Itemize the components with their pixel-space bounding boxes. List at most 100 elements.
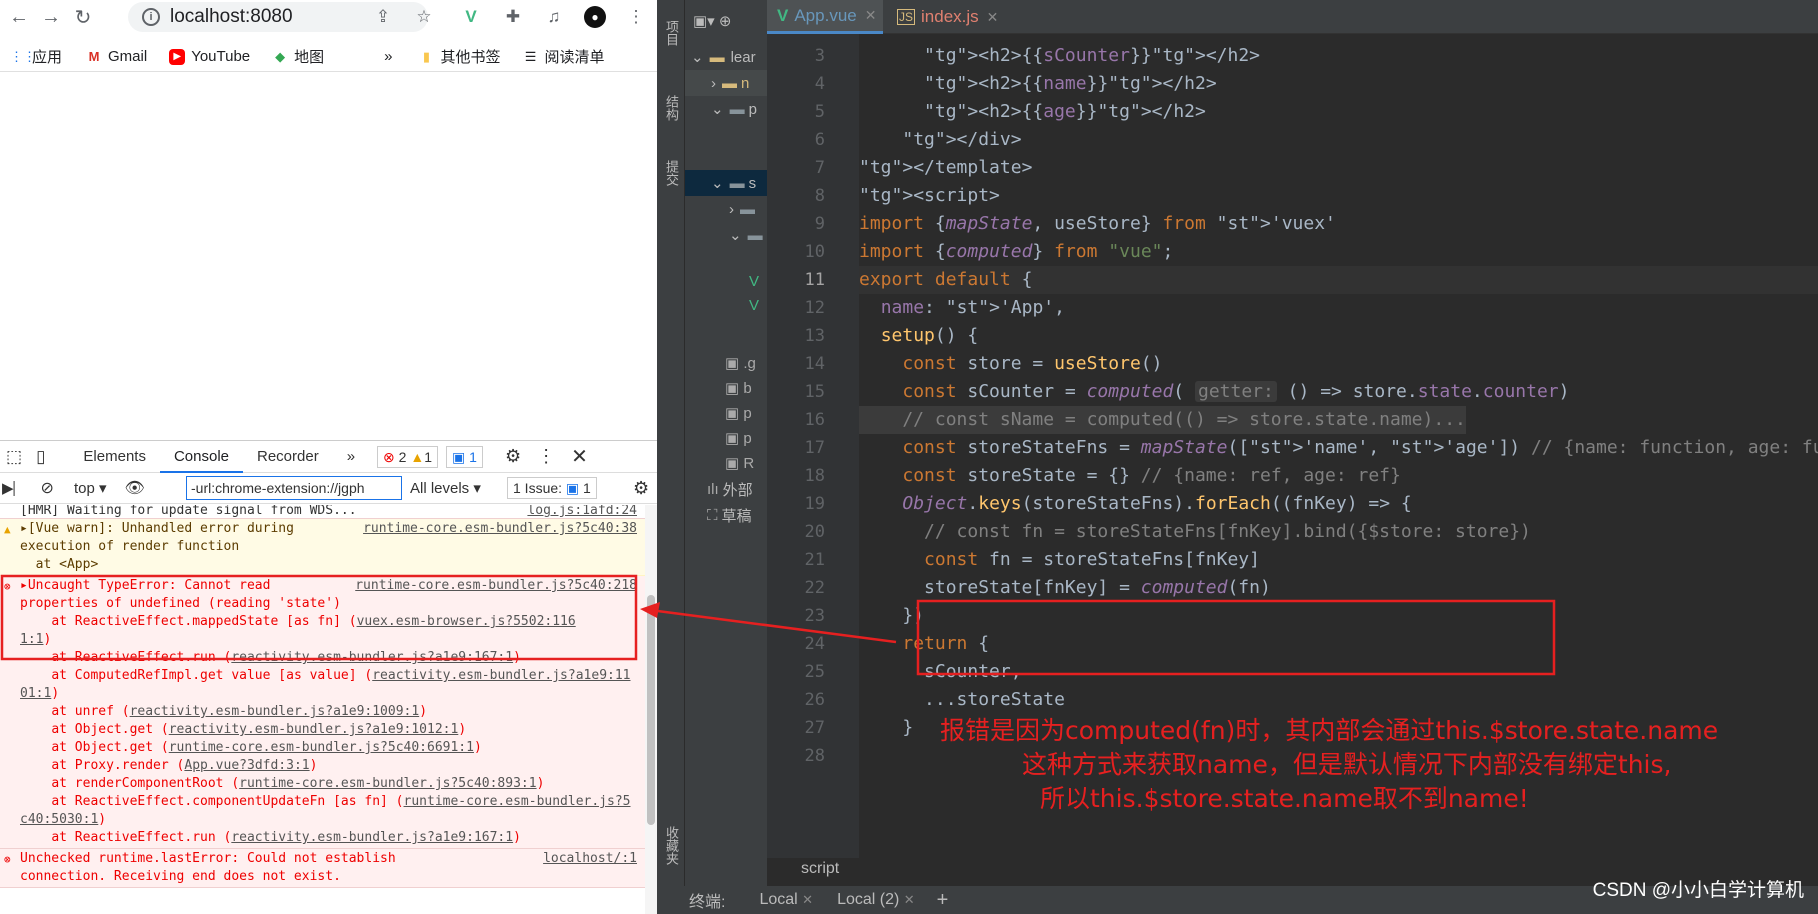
code-line[interactable]: return {: [859, 630, 989, 658]
console-error-typeerror[interactable]: ⊗ runtime-core.esm-bundler.js?5c40:218 ▸Un…: [0, 576, 645, 849]
context-selector[interactable]: top ▾: [74, 479, 107, 497]
info-counter[interactable]: ▣ 1: [446, 445, 483, 468]
menu-icon[interactable]: ⋮: [625, 6, 647, 28]
close-tab-icon[interactable]: ✕: [865, 7, 877, 24]
settings-gear-icon[interactable]: ⚙: [505, 446, 521, 467]
terminal-tab-local[interactable]: Local ✕: [759, 891, 813, 909]
star-icon[interactable]: ☆: [413, 6, 435, 28]
code-line[interactable]: const store = useStore(): [859, 350, 1162, 378]
tree-row[interactable]: V: [685, 292, 767, 318]
filter-input[interactable]: -url:chrome-extension://jgph: [186, 476, 402, 500]
tab-app-vue[interactable]: V App.vue ✕: [767, 0, 883, 34]
tool-project[interactable]: 项目: [661, 20, 681, 46]
error-warning-counter[interactable]: ⊗ 2 ▲1: [377, 445, 439, 468]
bookmark-apps[interactable]: ⋮⋮ 应用: [10, 46, 62, 67]
tree-row[interactable]: ▣ R: [685, 450, 767, 476]
bookmark-maps[interactable]: ◆ 地图: [272, 46, 324, 67]
tool-structure[interactable]: 结构: [661, 95, 681, 121]
tree-row[interactable]: ▣ p: [685, 400, 767, 426]
code-line[interactable]: const sCounter = computed( getter: () =>…: [859, 378, 1569, 406]
code-line[interactable]: import {computed} from "vue";: [859, 238, 1173, 266]
back-icon[interactable]: ←: [6, 4, 32, 30]
clear-console-icon[interactable]: ⊘: [41, 478, 54, 498]
tab-index-js[interactable]: JS index.js ✕: [887, 0, 999, 34]
expand-arrow-icon[interactable]: ▸: [20, 578, 28, 593]
tree-row[interactable]: ⌄ ▬: [685, 222, 767, 248]
stack-frame-link[interactable]: reactivity.esm-bundler.js?a1e9:1009:1: [130, 704, 420, 719]
tool-commit[interactable]: 提交: [661, 160, 681, 186]
terminal-tab-local-2[interactable]: Local (2) ✕: [837, 891, 915, 909]
add-terminal-button[interactable]: +: [937, 889, 949, 912]
tree-row[interactable]: ⛶ 草稿: [685, 502, 767, 528]
console-settings-icon[interactable]: ⚙: [633, 478, 649, 499]
reload-icon[interactable]: ↻: [70, 4, 96, 30]
code-line[interactable]: "tg"><h2>{{age}}"tg"></h2>: [859, 98, 1206, 126]
code-line[interactable]: setup() {: [859, 322, 979, 350]
stack-frame-link[interactable]: runtime-core.esm-bundler.js?5c40:893:1: [239, 776, 536, 791]
bookmark-youtube[interactable]: ▶ YouTube: [169, 48, 250, 65]
console-error-runtime[interactable]: ⊗ localhost/:1 Unchecked runtime.lastError…: [0, 849, 645, 888]
profile-avatar[interactable]: ●: [584, 6, 606, 28]
code-line[interactable]: const fn = storeStateFns[fnKey]: [859, 546, 1260, 574]
code-line[interactable]: const storeStateFns = mapState(["st">'na…: [859, 434, 1818, 462]
tree-row[interactable]: › ▬: [685, 196, 767, 222]
console-scrollbar[interactable]: [645, 505, 657, 914]
code-line[interactable]: storeState[fnKey] = computed(fn): [859, 574, 1271, 602]
stack-frame-link[interactable]: reactivity.esm-bundler.js?a1e9:1012:1: [169, 722, 459, 737]
tree-row[interactable]: ▣ p: [685, 425, 767, 451]
code-line[interactable]: export default {: [859, 266, 1818, 294]
sidebar-toggle-icon[interactable]: ▶⎸: [2, 479, 29, 497]
code-line[interactable]: name: "st">'App',: [859, 294, 1065, 322]
code-line[interactable]: import {mapState, useStore} from "st">'v…: [859, 210, 1336, 238]
expand-arrow-icon[interactable]: ▸: [20, 521, 28, 536]
console-warning[interactable]: ▲ runtime-core.esm-bundler.js?5c40:38 ▸[Vu…: [0, 519, 645, 576]
tree-row[interactable]: ⌄ ▬ s: [685, 170, 767, 196]
code-line[interactable]: "tg"></template>: [859, 154, 1032, 182]
inspect-icon[interactable]: ⬚: [0, 441, 28, 473]
code-line[interactable]: }): [859, 602, 924, 630]
stack-frame-link[interactable]: runtime-core.esm-bundler.js?5c40:6691:1: [169, 740, 474, 755]
stack-frame-link[interactable]: reactivity.esm-bundler.js?a1e9:167:1: [231, 830, 513, 845]
tree-row[interactable]: ⌄ ▬ p: [685, 96, 767, 122]
code-line[interactable]: "tg"></div>: [859, 126, 1021, 154]
code-line[interactable]: const storeState = {} // {name: ref, age…: [859, 462, 1401, 490]
vue-devtools-icon[interactable]: V: [460, 6, 482, 28]
tree-row[interactable]: › ▬ n: [685, 70, 767, 96]
tool-favorites[interactable]: 收藏夹: [661, 826, 681, 865]
bookmark-other[interactable]: ▮ 其他书签: [419, 46, 501, 67]
share-icon[interactable]: ⇪: [372, 6, 394, 28]
close-icon[interactable]: ✕: [571, 444, 588, 469]
media-icon[interactable]: ♫: [543, 6, 565, 28]
code-line[interactable]: // const fn = storeStateFns[fnKey].bind(…: [859, 518, 1531, 546]
code-line[interactable]: }: [859, 714, 913, 742]
tree-row[interactable]: V: [685, 268, 767, 294]
eye-icon[interactable]: 👁: [125, 478, 145, 498]
tree-row[interactable]: ▣ b: [685, 375, 767, 401]
code-line[interactable]: "tg"><script>: [859, 182, 1000, 210]
project-toolbar-icon[interactable]: ▣▾ ⊕: [685, 0, 767, 34]
kebab-menu-icon[interactable]: ⋮: [537, 446, 555, 467]
bookmarks-more[interactable]: »: [384, 48, 392, 65]
code-line[interactable]: "tg"><h2>{{sCounter}}"tg"></h2>: [859, 42, 1260, 70]
tree-row[interactable]: ⌄ ▬ lear: [685, 44, 767, 70]
code-line[interactable]: // const sName = computed(() => store.st…: [859, 406, 1466, 434]
device-toggle-icon[interactable]: ▯: [28, 441, 53, 473]
code-line[interactable]: ...storeState: [859, 686, 1065, 714]
code-line[interactable]: sCounter,: [859, 658, 1022, 686]
bookmark-gmail[interactable]: M Gmail: [86, 48, 148, 65]
site-info-icon[interactable]: i: [142, 8, 160, 26]
stack-frame-link[interactable]: reactivity.esm-bundler.js?a1e9:167:1: [231, 650, 513, 665]
levels-dropdown[interactable]: All levels ▾: [410, 479, 481, 497]
close-tab-icon[interactable]: ✕: [987, 9, 999, 26]
extensions-icon[interactable]: ✚: [502, 6, 524, 28]
bookmark-reading-list[interactable]: ☰ 阅读清单: [523, 46, 605, 67]
issues-button[interactable]: 1 Issue: ▣ 1: [507, 477, 597, 499]
code-line[interactable]: Object.keys(storeStateFns).forEach((fnKe…: [859, 490, 1411, 518]
tabs-more[interactable]: »: [333, 441, 369, 473]
tab-recorder[interactable]: Recorder: [243, 441, 333, 473]
code-line[interactable]: "tg"><h2>{{name}}"tg"></h2>: [859, 70, 1217, 98]
stack-frame-link[interactable]: App.vue?3dfd:3:1: [184, 758, 309, 773]
tab-console[interactable]: Console: [159, 441, 243, 473]
tree-row[interactable]: ▣ .g: [685, 350, 767, 376]
tab-elements[interactable]: Elements: [69, 441, 160, 473]
